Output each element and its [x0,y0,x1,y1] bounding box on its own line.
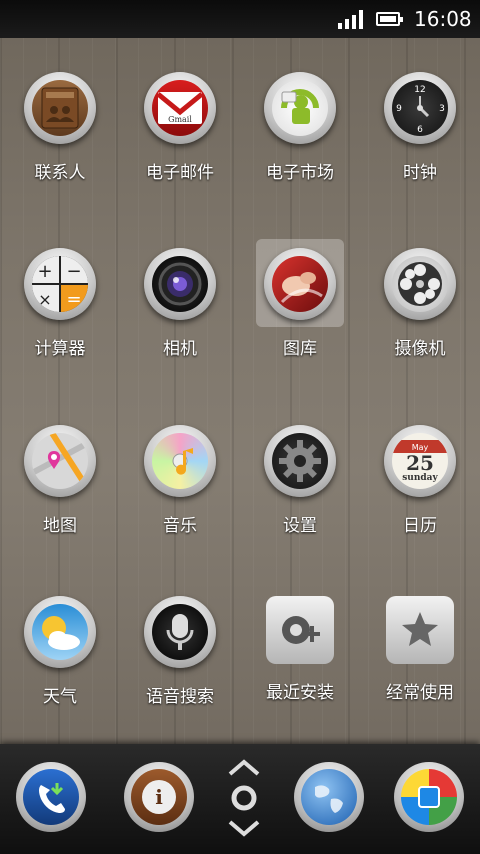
svg-text:9: 9 [396,104,402,114]
svg-text:i: i [155,785,163,809]
app-label: 电子邮件 [146,163,214,183]
weather-icon [24,596,96,668]
app-calculator[interactable]: + − × = 计算器 [0,248,120,359]
app-gallery[interactable]: 图库 [240,248,360,359]
app-label: 语音搜索 [146,687,214,707]
map-icon [24,425,96,497]
app-voice-search[interactable]: 语音搜索 [120,596,240,707]
microphone-icon [144,596,216,668]
app-music[interactable]: 音乐 [120,425,240,536]
svg-text:12: 12 [414,85,425,95]
app-label: 地图 [43,516,77,536]
app-contacts[interactable]: 联系人 [0,72,120,183]
svg-text:6: 6 [417,125,423,135]
svg-text:Gmail: Gmail [168,115,192,124]
gear-icon [264,425,336,497]
app-video-camera[interactable]: 摄像机 [360,248,480,359]
app-label: 天气 [43,687,77,707]
gmail-icon: Gmail [144,72,216,144]
status-time: 16:08 [414,7,472,31]
app-label: 相机 [163,339,197,359]
app-label: 日历 [403,516,437,536]
app-label: 最近安装 [266,683,334,703]
app-drawer-icon[interactable] [224,756,264,840]
app-clock[interactable]: 12 3 6 9 时钟 [360,72,480,183]
browser-globe-icon[interactable] [294,762,364,832]
app-map[interactable]: 地图 [0,425,120,536]
app-weather[interactable]: 天气 [0,596,120,707]
camera-icon [144,248,216,320]
app-settings[interactable]: 设置 [240,425,360,536]
calendar-icon: May 25 sunday [384,425,456,497]
svg-text:−: − [66,261,81,282]
star-icon [386,596,454,664]
app-camera[interactable]: 相机 [120,248,240,359]
music-icon [144,425,216,497]
messaging-icon[interactable]: i [124,762,194,832]
app-frequent-use[interactable]: 经常使用 [360,596,480,703]
video-camera-icon [384,248,456,320]
contacts-icon [24,72,96,144]
app-label: 时钟 [403,163,437,183]
svg-text:=: = [66,289,81,310]
battery-icon [376,12,403,26]
app-label: 计算器 [34,339,86,359]
svg-text:+: + [37,261,52,282]
signal-bars-icon [338,9,363,29]
recent-install-icon [266,596,334,664]
app-market[interactable]: 电子市场 [240,72,360,183]
calculator-icon: + − × = [24,248,96,320]
phone-icon[interactable] [16,762,86,832]
app-label: 图库 [283,339,317,359]
app-email[interactable]: Gmail 电子邮件 [120,72,240,183]
app-label: 设置 [283,516,317,536]
app-label: 电子市场 [266,163,334,183]
app-label: 摄像机 [394,339,446,359]
svg-text:×: × [38,290,51,309]
gallery-icon [264,248,336,320]
app-label: 联系人 [34,163,86,183]
clock-icon: 12 3 6 9 [384,72,456,144]
app-calendar[interactable]: May 25 sunday 日历 [360,425,480,536]
svg-text:3: 3 [439,104,445,114]
app-recent-install[interactable]: 最近安装 [240,596,360,703]
dock-bar: i [0,744,480,854]
app-label: 经常使用 [386,683,454,703]
colorful-app-icon[interactable] [394,762,464,832]
app-label: 音乐 [163,516,197,536]
market-icon [264,72,336,144]
status-bar: 16:08 [0,0,480,38]
